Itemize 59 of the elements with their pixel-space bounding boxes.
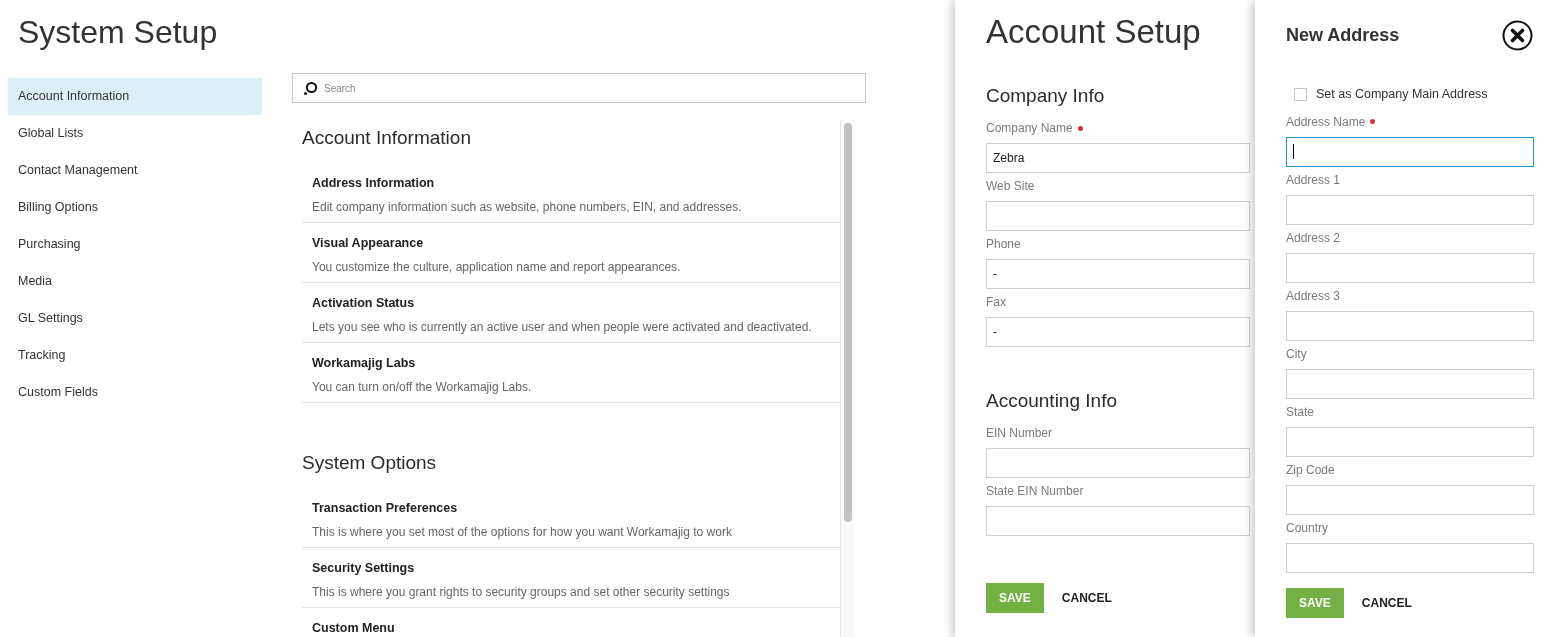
setting-link[interactable]: Workamajig Labs bbox=[312, 354, 416, 372]
sidebar-item[interactable]: Account Information bbox=[8, 78, 262, 115]
setting-link[interactable]: Activation Status bbox=[312, 294, 415, 312]
field-label: Address 3 bbox=[1286, 287, 1341, 305]
checkbox-label: Set as Company Main Address bbox=[1316, 86, 1488, 103]
cancel-button[interactable]: CANCEL bbox=[1061, 583, 1112, 613]
setting-link[interactable]: Transaction Preferences bbox=[312, 499, 458, 517]
setting-description: Edit company information such as website, phone numbers, EIN, and addresses. bbox=[312, 199, 743, 216]
section-heading: Account Information bbox=[302, 126, 472, 150]
input-field[interactable] bbox=[1286, 426, 1534, 457]
group-heading: Company Info bbox=[986, 84, 1106, 108]
input-field[interactable] bbox=[1286, 194, 1534, 225]
section-heading: System Options bbox=[302, 451, 438, 475]
setting-description: You can turn on/off the Workamajig Labs. bbox=[312, 379, 533, 396]
field-label: Phone bbox=[986, 236, 1021, 253]
field-label: Address Name bbox=[1286, 113, 1366, 131]
field-label: State EIN Number bbox=[986, 483, 1084, 500]
input-field[interactable]: - bbox=[986, 317, 1250, 347]
setting-link[interactable]: Visual Appearance bbox=[312, 234, 424, 252]
field-label: State bbox=[1286, 403, 1315, 421]
setting-link[interactable]: Address Information bbox=[312, 174, 435, 192]
setting-description: Lets you see who is currently an active user and when people were activated and deactivated. bbox=[312, 319, 813, 336]
field-label: EIN Number bbox=[986, 425, 1053, 442]
input-field[interactable] bbox=[1286, 484, 1534, 515]
field-label: Country bbox=[1286, 519, 1329, 537]
search-icon bbox=[303, 80, 318, 96]
input-field[interactable] bbox=[1286, 368, 1534, 399]
cancel-button[interactable]: CANCEL bbox=[1361, 587, 1412, 618]
input-field[interactable] bbox=[1286, 136, 1534, 167]
field-label: City bbox=[1286, 345, 1307, 363]
field-label: Address 2 bbox=[1286, 229, 1341, 247]
field-label: Address 1 bbox=[1286, 171, 1341, 189]
input-field[interactable] bbox=[1286, 542, 1534, 573]
scrollbar-thumb[interactable] bbox=[844, 123, 852, 522]
field-label: Web Site bbox=[986, 178, 1035, 195]
input-field[interactable] bbox=[986, 448, 1250, 478]
input-field[interactable]: Zebra bbox=[986, 143, 1250, 173]
field-label: Zip Code bbox=[1286, 461, 1335, 479]
setting-description: This is where you set most of the options for how you want Workamajig to work bbox=[312, 524, 733, 541]
input-field[interactable] bbox=[1286, 252, 1534, 283]
setting-link[interactable]: Security Settings bbox=[312, 559, 415, 577]
field-label: Fax bbox=[986, 294, 1006, 311]
setting-link[interactable]: Custom Menu bbox=[312, 619, 395, 637]
input-field[interactable]: - bbox=[986, 259, 1250, 289]
panel-title: Account Setup bbox=[986, 12, 1202, 52]
panel-title: New Address bbox=[1286, 23, 1400, 47]
text-cursor bbox=[1293, 144, 1294, 160]
input-field[interactable] bbox=[986, 506, 1250, 536]
input-field[interactable] bbox=[986, 201, 1250, 231]
setting-description: You customize the culture, application name and report appearances. bbox=[312, 259, 682, 276]
setting-description: This is where you grant rights to security groups and set other security settings bbox=[312, 584, 731, 601]
input-field[interactable] bbox=[1286, 310, 1534, 341]
page-title: System Setup bbox=[18, 13, 218, 52]
group-heading: Accounting Info bbox=[986, 389, 1118, 413]
close-icon[interactable] bbox=[1502, 19, 1533, 51]
scrollbar[interactable] bbox=[840, 120, 855, 637]
search-field[interactable]: Search bbox=[292, 73, 866, 103]
checkbox[interactable] bbox=[1294, 87, 1307, 101]
field-label: Company Name bbox=[986, 120, 1073, 137]
